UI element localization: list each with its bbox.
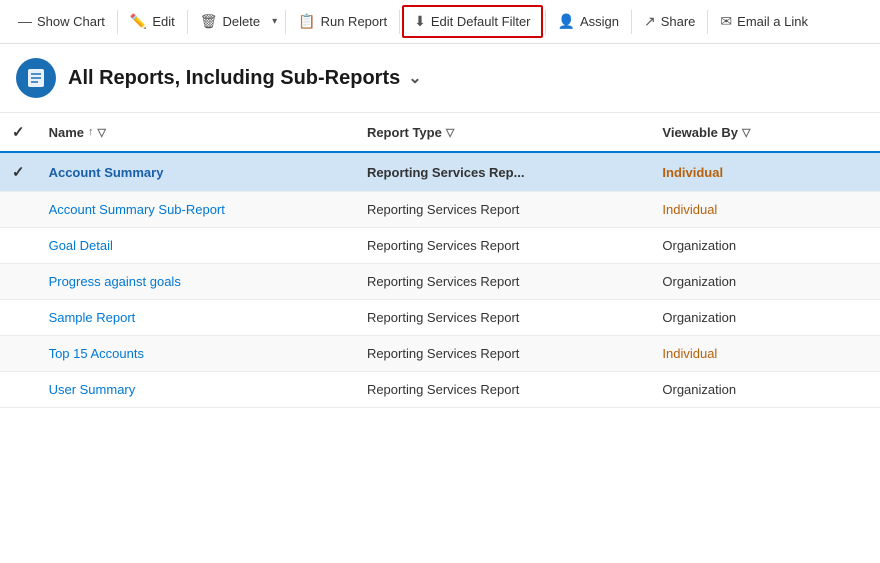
- row-type-cell: Reporting Services Rep...: [355, 152, 650, 192]
- run-report-button[interactable]: 📋 Run Report: [288, 7, 397, 36]
- divider-6: [631, 10, 632, 34]
- email-icon: ✉: [720, 13, 732, 30]
- table-body: ✓ Account Summary Reporting Services Rep..…: [0, 152, 880, 408]
- row-type-cell: Reporting Services Report: [355, 336, 650, 372]
- viewable-filter-icon[interactable]: ▽: [742, 126, 750, 139]
- dropdown-button[interactable]: ▾: [270, 10, 283, 33]
- run-report-icon: 📋: [298, 13, 315, 30]
- table-row[interactable]: Sample Report Reporting Services ReportOr…: [0, 300, 880, 336]
- row-check-cell[interactable]: [0, 300, 37, 336]
- table-row[interactable]: Goal Detail Reporting Services ReportOrga…: [0, 228, 880, 264]
- row-check-cell[interactable]: [0, 336, 37, 372]
- row-name-cell: User Summary: [37, 372, 355, 408]
- name-sort-icon[interactable]: ↑: [88, 126, 94, 138]
- row-name-cell: Progress against goals: [37, 264, 355, 300]
- row-type-cell: Reporting Services Report: [355, 228, 650, 264]
- row-viewable-cell: Organization: [650, 372, 880, 408]
- divider-2: [187, 10, 188, 34]
- assign-button[interactable]: 👤 Assign: [548, 7, 629, 36]
- edit-default-filter-button[interactable]: ⬇ Edit Default Filter: [402, 5, 542, 38]
- share-button[interactable]: ↗ Share: [634, 7, 705, 36]
- row-name-cell: Account Summary Sub-Report: [37, 192, 355, 228]
- divider-1: [117, 10, 118, 34]
- row-name-cell: Top 15 Accounts: [37, 336, 355, 372]
- col-header-report-type: Report Type ▽: [355, 113, 650, 152]
- edit-button[interactable]: ✏️ Edit: [120, 7, 185, 36]
- col-header-name: Name ↑ ▽: [37, 113, 355, 152]
- table-header-row: ✓ Name ↑ ▽ Report Type ▽: [0, 113, 880, 152]
- check-mark: ✓: [12, 164, 25, 181]
- row-name-cell: Sample Report: [37, 300, 355, 336]
- delete-button[interactable]: 🗑 Delete: [190, 7, 270, 36]
- header-icon: [16, 58, 56, 98]
- page-title: All Reports, Including Sub-Reports ⌄: [68, 67, 422, 90]
- toolbar: ⎯⎯ Show Chart ✏️ Edit 🗑 Delete ▾ 📋 Run R…: [0, 0, 880, 44]
- title-dropdown-icon[interactable]: ⌄: [408, 68, 421, 88]
- report-name-link[interactable]: Account Summary Sub-Report: [49, 202, 225, 217]
- name-filter-icon[interactable]: ▽: [98, 126, 106, 139]
- show-chart-button[interactable]: ⎯⎯ Show Chart: [8, 7, 115, 36]
- type-filter-icon[interactable]: ▽: [446, 126, 454, 139]
- delete-icon: 🗑: [200, 13, 218, 30]
- report-name-link[interactable]: Goal Detail: [49, 238, 113, 253]
- row-type-cell: Reporting Services Report: [355, 372, 650, 408]
- divider-7: [707, 10, 708, 34]
- report-name-link[interactable]: Top 15 Accounts: [49, 346, 144, 361]
- row-type-cell: Reporting Services Report: [355, 264, 650, 300]
- table-row[interactable]: User Summary Reporting Services ReportOrg…: [0, 372, 880, 408]
- report-name-link[interactable]: Progress against goals: [49, 274, 181, 289]
- row-check-cell[interactable]: [0, 192, 37, 228]
- divider-3: [285, 10, 286, 34]
- row-check-cell[interactable]: ✓: [0, 152, 37, 192]
- chevron-down-icon: ▾: [272, 16, 277, 27]
- row-name-cell: Goal Detail: [37, 228, 355, 264]
- page-header: All Reports, Including Sub-Reports ⌄: [0, 44, 880, 113]
- divider-5: [545, 10, 546, 34]
- row-type-cell: Reporting Services Report: [355, 300, 650, 336]
- report-name-link[interactable]: User Summary: [49, 382, 136, 397]
- row-viewable-cell: Individual: [650, 152, 880, 192]
- row-viewable-cell: Organization: [650, 228, 880, 264]
- email-link-button[interactable]: ✉ Email a Link: [710, 7, 818, 36]
- report-name-link[interactable]: Sample Report: [49, 310, 136, 325]
- row-viewable-cell: Individual: [650, 192, 880, 228]
- row-viewable-cell: Individual: [650, 336, 880, 372]
- row-viewable-cell: Organization: [650, 300, 880, 336]
- table-row[interactable]: Top 15 Accounts Reporting Services Report…: [0, 336, 880, 372]
- reports-table: ✓ Name ↑ ▽ Report Type ▽: [0, 113, 880, 408]
- row-type-cell: Reporting Services Report: [355, 192, 650, 228]
- row-check-cell[interactable]: [0, 372, 37, 408]
- filter-icon: ⬇: [414, 13, 426, 30]
- divider-4: [399, 10, 400, 34]
- row-check-cell[interactable]: [0, 228, 37, 264]
- reports-table-container: ✓ Name ↑ ▽ Report Type ▽: [0, 113, 880, 562]
- row-viewable-cell: Organization: [650, 264, 880, 300]
- table-row[interactable]: ✓ Account Summary Reporting Services Rep..…: [0, 152, 880, 192]
- col-header-check: ✓: [0, 113, 37, 152]
- report-name-link[interactable]: Account Summary: [49, 165, 164, 180]
- assign-icon: 👤: [558, 13, 575, 30]
- row-name-cell: Account Summary: [37, 152, 355, 192]
- share-icon: ↗: [644, 13, 656, 30]
- col-header-viewable-by: Viewable By ▽: [650, 113, 880, 152]
- chart-icon: ⎯⎯: [18, 13, 32, 30]
- row-check-cell[interactable]: [0, 264, 37, 300]
- edit-icon: ✏️: [130, 13, 147, 30]
- table-row[interactable]: Account Summary Sub-Report Reporting Serv…: [0, 192, 880, 228]
- table-row[interactable]: Progress against goals Reporting Services…: [0, 264, 880, 300]
